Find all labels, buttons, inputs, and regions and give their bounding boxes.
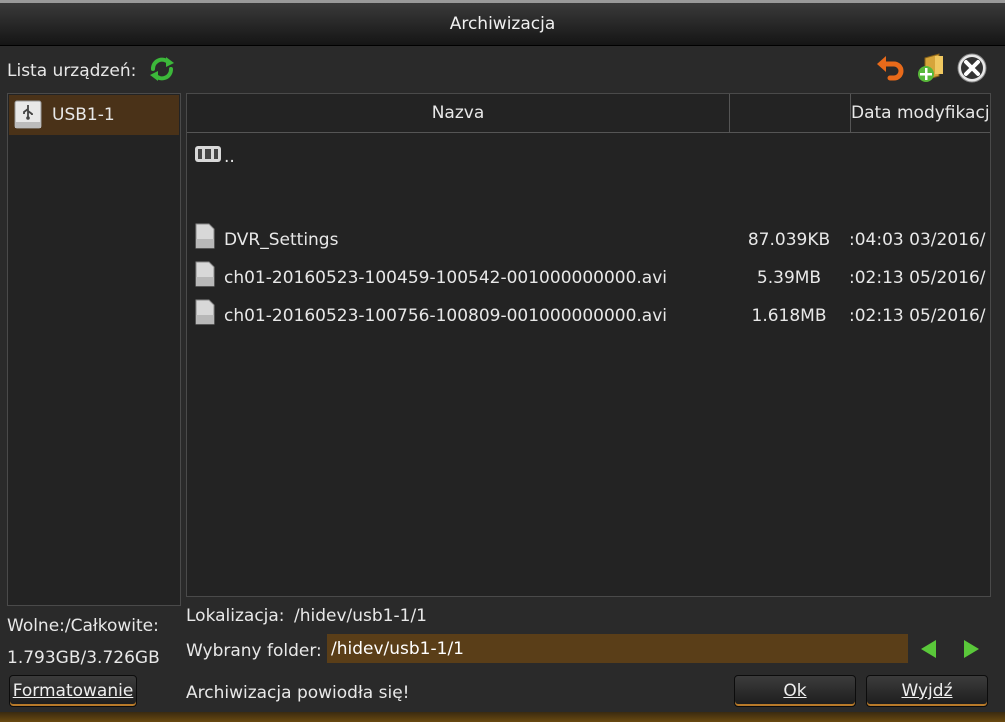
column-header-name-text: Nazva [431, 103, 485, 123]
column-header-date-text: Data modyfikacji [851, 103, 990, 123]
file-date: /03/2016 04:03: [849, 230, 986, 250]
status-message: Archiwizacja powiodła się! [186, 683, 410, 703]
arrow-left-icon[interactable] [921, 640, 936, 658]
table-row[interactable]: ch01-20160523-100459-100542-001000000000… [187, 259, 990, 297]
archive-dialog: Lista urządzeń: USB1-1 Nazva Data modyfi… [0, 46, 1005, 712]
selected-folder-input[interactable] [327, 634, 908, 663]
bottom-strip [0, 712, 1005, 722]
table-row[interactable]: ch01-20160523-100756-100809-001000000000… [187, 297, 990, 335]
file-icon [195, 223, 215, 249]
file-icon [195, 299, 215, 325]
device-item-usb1-1[interactable]: USB1-1 [9, 95, 179, 135]
window-title-text: Archiwizacja [449, 14, 556, 34]
folder-up-icon [195, 146, 221, 162]
refresh-icon[interactable] [147, 54, 177, 84]
column-header-size[interactable] [730, 94, 851, 133]
close-icon[interactable] [956, 52, 988, 84]
new-folder-icon[interactable] [915, 52, 947, 84]
ok-button[interactable]: Ok [734, 675, 856, 707]
back-arrow-icon[interactable] [874, 52, 906, 84]
parent-directory-label: .. [224, 147, 235, 167]
device-list: USB1-1 [7, 93, 181, 606]
file-name: DVR_Settings [224, 230, 339, 250]
window-title: Archiwizacja [0, 3, 1005, 46]
list-item-parent[interactable]: .. [187, 134, 990, 172]
file-name: ch01-20160523-100459-100542-001000000000… [224, 268, 668, 288]
location-label: Lokalizacja: [186, 606, 285, 626]
exit-button[interactable]: Wyjdź [866, 675, 988, 707]
device-list-label: Lista urządzeń: [7, 61, 137, 81]
file-date: /05/2016 02:13: [849, 306, 986, 326]
file-list: Nazva Data modyfikacji .. DVR_Settings 8… [186, 93, 991, 597]
device-name: USB1-1 [52, 105, 115, 125]
column-header-name[interactable]: Nazva [187, 94, 730, 133]
column-header-date[interactable]: Data modyfikacji [851, 94, 990, 133]
selected-folder-label: Wybrany folder: [186, 641, 322, 661]
format-button[interactable]: Formatowanie [9, 675, 137, 707]
storage-value: 1.793GB/3.726GB [7, 648, 160, 668]
usb-drive-icon [14, 100, 42, 129]
file-size: 5.39MB [756, 268, 822, 288]
file-size: 87.039KB [747, 230, 831, 250]
location-value: /hidev/usb1-1/1 [294, 606, 427, 626]
file-date: /05/2016 02:13: [849, 268, 986, 288]
file-icon [195, 261, 215, 287]
file-name: ch01-20160523-100756-100809-001000000000… [224, 306, 668, 326]
table-row[interactable]: DVR_Settings 87.039KB /03/2016 04:03: [187, 221, 990, 259]
storage-label: Wolne:/Całkowite: [7, 616, 159, 636]
file-size: 1.618MB [751, 306, 827, 326]
arrow-right-icon[interactable] [964, 640, 979, 658]
